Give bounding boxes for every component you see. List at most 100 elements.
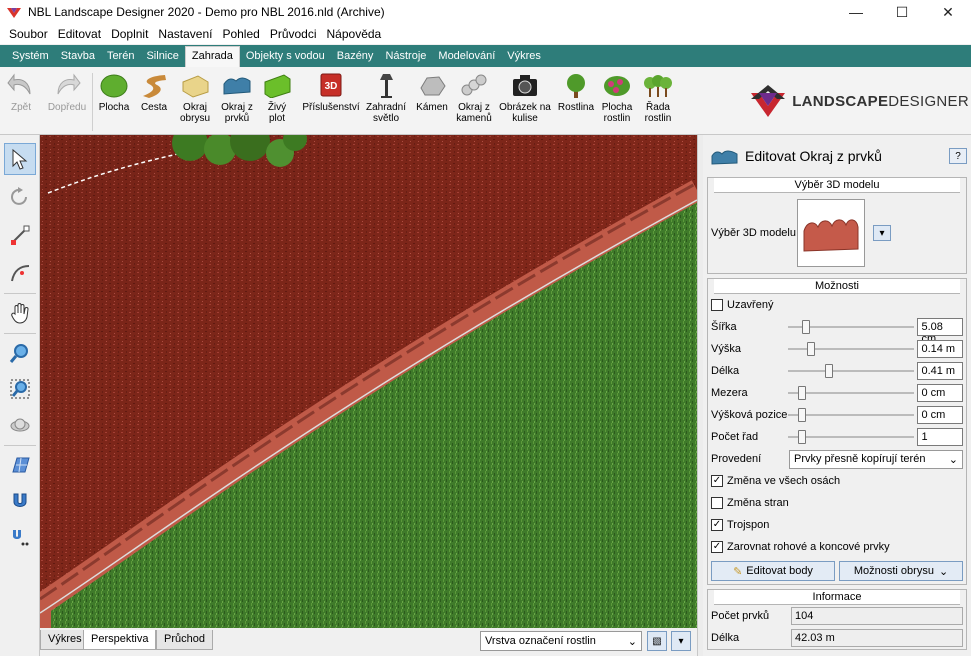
value-slider[interactable]	[788, 320, 915, 334]
menu-nastaveni[interactable]: Nastavení	[153, 27, 217, 41]
tab-zahrada[interactable]: Zahrada	[184, 46, 240, 67]
redo-button[interactable]: Dopředu	[44, 71, 90, 113]
menu-doplnit[interactable]: Doplnit	[106, 27, 153, 41]
logo-text-bold: LANDSCAPE	[792, 92, 889, 110]
value-input[interactable]: 0.14 m	[917, 340, 963, 358]
closed-checkbox[interactable]	[711, 299, 723, 311]
perspective-viewport[interactable]	[40, 135, 697, 628]
tab-teren[interactable]: Terén	[101, 47, 141, 67]
slider-row: Počet řad 1	[708, 426, 966, 448]
ribbon-cesta-label: Cesta	[140, 102, 168, 113]
layer-dropdown-button[interactable]: ▾	[671, 631, 691, 651]
tab-stavba[interactable]: Stavba	[55, 47, 101, 67]
tab-vykres[interactable]: Výkres	[501, 47, 547, 67]
slider-label: Počet řad	[711, 431, 759, 443]
model-dropdown-button[interactable]: ▾	[873, 225, 891, 241]
option-checkbox[interactable]: ✓	[711, 541, 723, 553]
ribbon-separator	[92, 73, 93, 131]
tab-silnice[interactable]: Silnice	[140, 47, 184, 67]
ribbon-zivy-plot-button[interactable]: Živý plot	[259, 71, 295, 124]
pan-tool-button[interactable]	[4, 297, 36, 329]
maximize-button[interactable]: ☐	[879, 0, 925, 24]
ribbon-rada-rostlin-button[interactable]: Řada rostlin	[639, 71, 677, 124]
ribbon-plocha-button[interactable]: Plocha	[95, 71, 133, 113]
option-checkbox[interactable]: ✓	[711, 519, 723, 531]
panel-title: Editovat Okraj z prvků	[745, 148, 882, 164]
value-input[interactable]: 5.08 cm	[917, 318, 963, 345]
orbit-tool-button[interactable]	[4, 409, 36, 441]
undo-button[interactable]: Zpět	[4, 71, 38, 113]
ribbon-okraj-obrysu-l2: obrysu	[179, 113, 210, 124]
slider-thumb[interactable]	[825, 364, 834, 378]
magnet-icon	[13, 493, 27, 507]
tab-nastroje[interactable]: Nástroje	[379, 47, 432, 67]
ribbon-cesta-button[interactable]: Cesta	[135, 71, 173, 113]
ribbon-okraj-z-prvku-button[interactable]: Okraj z prvků	[217, 71, 257, 124]
value-slider[interactable]	[788, 430, 915, 444]
ribbon-plocha-rostlin-button[interactable]: Plocha rostlin	[598, 71, 636, 124]
value-input[interactable]: 0 cm	[917, 384, 963, 402]
outline-options-button[interactable]: Možnosti obrysu ⌄	[839, 561, 963, 581]
execution-label: Provedení	[711, 453, 762, 465]
snap-tool-button[interactable]	[4, 485, 36, 517]
ribbon-zahradni-svetlo-button[interactable]: Zahradní světlo	[364, 71, 408, 124]
option-checkbox[interactable]: ✓	[711, 475, 723, 487]
tab-perspektiva-view[interactable]: Perspektiva	[83, 630, 157, 650]
orbit-icon	[10, 418, 30, 432]
option-label: Trojspon	[727, 519, 770, 531]
value-input[interactable]: 0 cm	[917, 406, 963, 424]
landscape-designer-logo: LANDSCAPEDESIGNER	[749, 83, 969, 119]
rotate-tool-button[interactable]	[4, 181, 36, 213]
tab-pruchod-view[interactable]: Průchod	[156, 630, 213, 650]
layer-select[interactable]: Vrstva označení rostlin ⌄	[480, 631, 642, 651]
menu-napoveda[interactable]: Nápověda	[322, 27, 387, 41]
slider-thumb[interactable]	[798, 430, 807, 444]
ribbon-kamen-button[interactable]: Kámen	[412, 71, 452, 113]
ribbon-plocha-label: Plocha	[98, 102, 130, 113]
value-slider[interactable]	[788, 386, 915, 400]
slider-thumb[interactable]	[802, 320, 811, 334]
slider-thumb[interactable]	[798, 408, 807, 422]
camera-icon	[509, 71, 541, 99]
tab-modelovani[interactable]: Modelování	[432, 47, 501, 67]
info-row: Délka 42.03 m	[708, 627, 966, 649]
checkbox-row: Změna stran	[708, 492, 966, 514]
snap-options-button[interactable]	[4, 521, 36, 553]
ribbon-okraj-z-kamenu-button[interactable]: Okraj z kamenů	[454, 71, 494, 124]
value-input[interactable]: 1	[917, 428, 963, 446]
tab-bazeny[interactable]: Bazény	[331, 47, 380, 67]
close-button[interactable]: ✕	[925, 0, 971, 24]
menu-soubor[interactable]: Soubor	[4, 27, 53, 41]
slider-thumb[interactable]	[807, 342, 816, 356]
zoom-window-tool-button[interactable]	[4, 373, 36, 405]
execution-select[interactable]: Prvky přesně kopírují terén ⌄	[789, 449, 963, 469]
minimize-button[interactable]: —	[833, 0, 879, 24]
zoom-tool-button[interactable]	[4, 337, 36, 369]
tab-system[interactable]: Systém	[6, 47, 55, 67]
tab-objekty-s-vodou[interactable]: Objekty s vodou	[240, 47, 331, 67]
layer-edit-button[interactable]: ▧	[647, 631, 667, 651]
value-slider[interactable]	[788, 342, 915, 356]
value-slider[interactable]	[788, 408, 915, 422]
ribbon-obrazek-na-kulise-button[interactable]: Obrázek na kulise	[497, 71, 553, 124]
select-tool-button[interactable]	[4, 143, 36, 175]
menu-pruvodci[interactable]: Průvodci	[265, 27, 322, 41]
help-button[interactable]: ?	[949, 148, 967, 164]
ribbon-prislusenstvi-button[interactable]: 3D Příslušenství	[300, 71, 362, 113]
ribbon-okraj-obrysu-l1: Okraj	[183, 102, 207, 113]
value-slider[interactable]	[788, 364, 915, 378]
model-preview[interactable]	[797, 199, 865, 267]
edit-points-button[interactable]: ✎ Editovat body	[711, 561, 835, 581]
arc-tool-button[interactable]	[4, 257, 36, 289]
info-value: 42.03 m	[791, 629, 963, 647]
slider-thumb[interactable]	[798, 386, 807, 400]
ribbon-plocha-rostlin-l1: Plocha	[601, 102, 633, 113]
ribbon-rostlina-button[interactable]: Rostlina	[556, 71, 596, 113]
menu-pohled[interactable]: Pohled	[217, 27, 264, 41]
option-checkbox[interactable]	[711, 497, 723, 509]
menu-editovat[interactable]: Editovat	[53, 27, 106, 41]
value-input[interactable]: 0.41 m	[917, 362, 963, 380]
line-tool-button[interactable]	[4, 219, 36, 251]
ribbon-okraj-obrysu-button[interactable]: Okraj obrysu	[175, 71, 215, 124]
grid-tool-button[interactable]	[4, 449, 36, 481]
